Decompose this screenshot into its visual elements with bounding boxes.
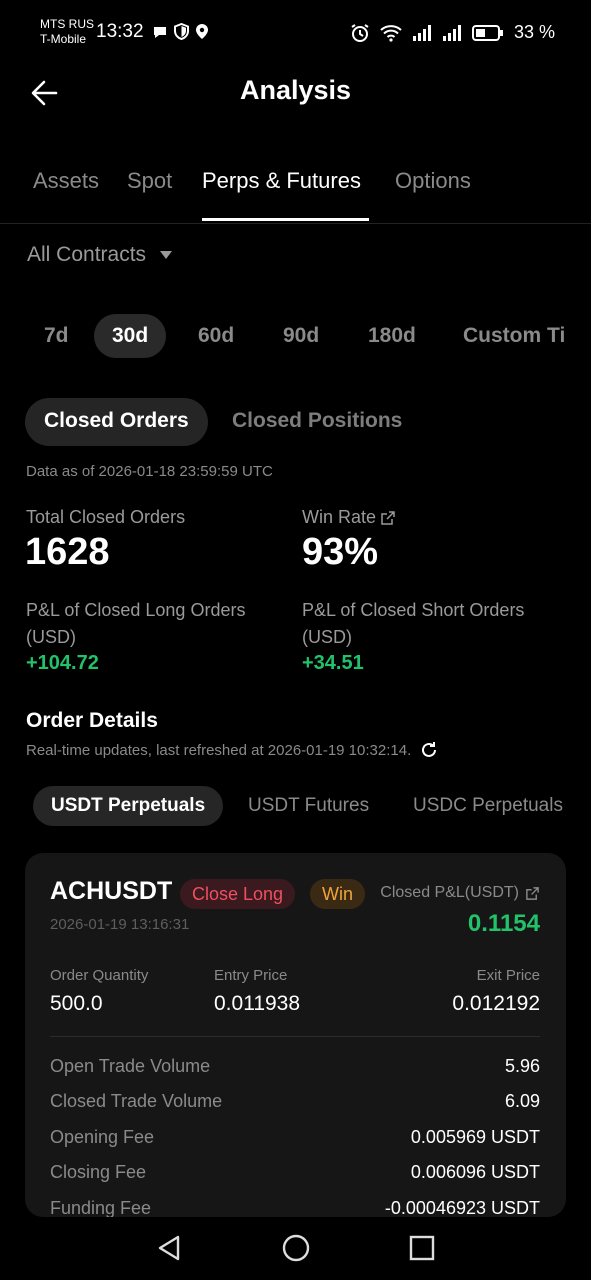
- nav-home-icon[interactable]: [281, 1233, 311, 1263]
- total-closed-orders-label: Total Closed Orders: [26, 507, 186, 527]
- status-bar: MTS RUS T-Mobile 13:32 33 %: [0, 0, 591, 60]
- short-pnl-value: +34.51: [302, 652, 364, 674]
- period-30d[interactable]: 30d: [94, 314, 167, 358]
- nav-back-icon[interactable]: [154, 1233, 184, 1263]
- system-icons: 33 %: [350, 22, 555, 43]
- tab-assets[interactable]: Assets: [33, 168, 99, 194]
- external-link-icon: [525, 886, 540, 901]
- short-pnl-label-line2: (USD): [302, 627, 352, 647]
- wifi-icon: [380, 24, 402, 42]
- detail-key: Opening Fee: [50, 1127, 155, 1147]
- order-card[interactable]: ACHUSDT Close Long Win Closed P&L(USDT) …: [25, 853, 566, 1217]
- refresh-info: Real-time updates, last refreshed at 202…: [26, 740, 439, 760]
- alarm-icon: [350, 23, 370, 43]
- period-7d[interactable]: 7d: [26, 314, 87, 358]
- win-rate-value: 93%: [302, 531, 379, 573]
- period-90d[interactable]: 90d: [265, 314, 337, 358]
- detail-row: Funding Fee -0.00046923 USDT: [50, 1198, 540, 1217]
- carrier-1: MTS RUS: [40, 17, 94, 31]
- detail-value: 0.006096 USDT: [410, 1162, 540, 1182]
- long-pnl-value: +104.72: [26, 652, 99, 674]
- subtab-usdt-futures[interactable]: USDT Futures: [230, 786, 387, 826]
- closed-pnl-label-text: Closed P&L(USDT): [380, 884, 519, 901]
- detail-row: Closing Fee 0.006096 USDT: [50, 1162, 540, 1192]
- period-180d[interactable]: 180d: [350, 314, 434, 358]
- nav-recents-icon[interactable]: [407, 1233, 437, 1263]
- period-custom[interactable]: Custom Ti: [445, 314, 583, 358]
- entry-price-value: 0.011938: [214, 992, 301, 1015]
- refresh-icon[interactable]: [419, 740, 439, 760]
- active-tab-indicator: [202, 218, 369, 221]
- result-badge: Win: [310, 879, 365, 909]
- detail-row: Open Trade Volume 5.96: [50, 1056, 540, 1086]
- short-pnl-label-line1: P&L of Closed Short Orders: [302, 600, 525, 620]
- closed-positions-toggle[interactable]: Closed Positions: [213, 398, 421, 446]
- contracts-label: All Contracts: [27, 243, 147, 266]
- tab-perps-futures[interactable]: Perps & Futures: [202, 168, 361, 194]
- chat-bubble-icon: [152, 24, 168, 40]
- signal-icon-2: [442, 24, 462, 42]
- win-rate-label[interactable]: Win Rate: [302, 504, 396, 531]
- exit-price-label: Exit Price: [476, 967, 540, 984]
- status-time: 13:32: [96, 21, 144, 42]
- detail-value: -0.00046923 USDT: [384, 1198, 540, 1217]
- detail-key: Funding Fee: [50, 1198, 152, 1217]
- shield-icon: [174, 23, 189, 40]
- refresh-text: Real-time updates, last refreshed at 202…: [26, 741, 412, 759]
- order-symbol: ACHUSDT: [50, 877, 173, 905]
- order-details-title: Order Details: [26, 709, 158, 732]
- external-link-icon: [380, 510, 396, 526]
- detail-key: Closing Fee: [50, 1162, 147, 1182]
- long-pnl-label-line1: P&L of Closed Long Orders: [26, 600, 246, 620]
- closed-pnl-value: 0.1154: [467, 910, 540, 937]
- system-nav-bar: [0, 1217, 591, 1280]
- detail-row: Closed Trade Volume 6.09: [50, 1091, 540, 1121]
- card-divider: [50, 1036, 540, 1037]
- exit-price-value: 0.012192: [452, 992, 540, 1015]
- short-pnl-label: P&L of Closed Short Orders (USD): [302, 597, 524, 651]
- order-quantity-value: 500.0: [50, 992, 103, 1015]
- page-title: Analysis: [239, 75, 352, 105]
- location-pin-icon: [195, 23, 209, 40]
- order-timestamp: 2026-01-19 13:16:31: [50, 916, 190, 933]
- long-pnl-label-line2: (USD): [26, 627, 76, 647]
- total-closed-orders-value: 1628: [25, 531, 110, 573]
- long-pnl-label: P&L of Closed Long Orders (USD): [26, 597, 245, 651]
- detail-value: 6.09: [504, 1091, 540, 1111]
- notification-icons: [152, 23, 209, 40]
- detail-key: Closed Trade Volume: [50, 1091, 223, 1111]
- period-selector: 7d 30d 60d 90d 180d Custom Ti: [0, 314, 591, 358]
- signal-icon-1: [412, 24, 432, 42]
- battery-icon: [471, 24, 504, 42]
- subtab-usdt-perpetuals[interactable]: USDT Perpetuals: [33, 786, 224, 826]
- win-rate-label-text: Win Rate: [302, 507, 377, 527]
- closed-pnl-label[interactable]: Closed P&L(USDT): [380, 884, 540, 902]
- detail-value: 0.005969 USDT: [410, 1127, 540, 1147]
- carrier-label: MTS RUS T-Mobile: [40, 17, 94, 47]
- detail-value: 5.96: [504, 1056, 540, 1076]
- app-header: Analysis: [0, 60, 591, 124]
- closed-orders-toggle[interactable]: Closed Orders: [25, 398, 208, 446]
- detail-row: Opening Fee 0.005969 USDT: [50, 1127, 540, 1157]
- detail-key: Open Trade Volume: [50, 1056, 211, 1076]
- tab-spot[interactable]: Spot: [127, 168, 172, 194]
- data-as-of: Data as of 2026-01-18 23:59:59 UTC: [26, 463, 273, 480]
- battery-percent: 33 %: [513, 22, 555, 42]
- side-badge: Close Long: [180, 879, 296, 909]
- period-60d[interactable]: 60d: [180, 314, 252, 358]
- caret-down-icon: [160, 251, 173, 259]
- tab-options[interactable]: Options: [395, 168, 471, 194]
- carrier-2: T-Mobile: [40, 32, 87, 46]
- subtab-usdc-perpetuals[interactable]: USDC Perpetuals: [395, 786, 581, 826]
- contracts-dropdown[interactable]: All Contracts: [27, 243, 173, 267]
- entry-price-label: Entry Price: [214, 967, 288, 984]
- order-quantity-label: Order Quantity: [50, 967, 149, 984]
- main-tabs: Assets Spot Perps & Futures Options: [0, 160, 591, 224]
